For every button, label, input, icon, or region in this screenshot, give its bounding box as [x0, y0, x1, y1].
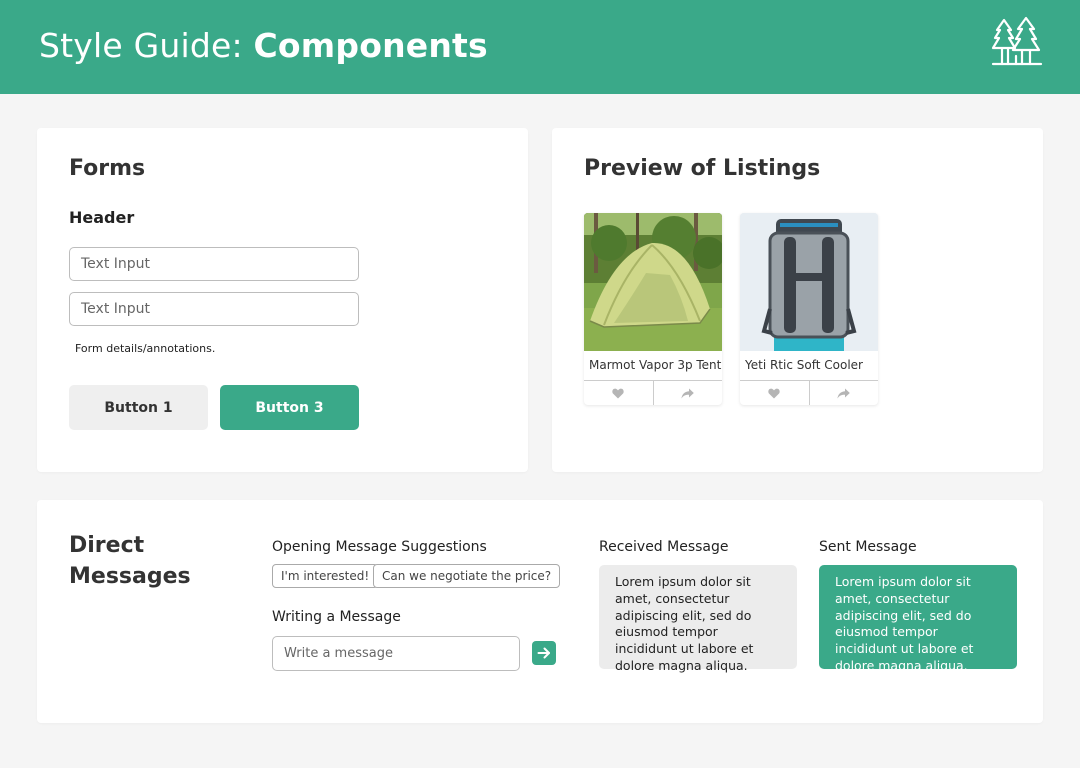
received-message-label: Received Message [599, 539, 729, 555]
share-icon [681, 388, 695, 398]
arrow-right-icon [537, 647, 550, 659]
like-button[interactable] [740, 381, 809, 405]
forms-card: Forms Header Text Input Text Input Form … [37, 128, 528, 472]
direct-messages-card: Direct Messages Opening Message Suggesti… [37, 500, 1043, 723]
text-input-1[interactable]: Text Input [69, 247, 359, 281]
button-3[interactable]: Button 3 [220, 385, 359, 430]
preview-title: Preview of Listings [584, 156, 821, 181]
listing-actions [584, 380, 722, 405]
backpack-cooler-photo [740, 213, 878, 351]
listing-title: Marmot Vapor 3p Tent [589, 358, 722, 372]
sent-message-bubble: Lorem ipsum dolor sit amet, consectetur … [819, 565, 1017, 673]
suggestion-chip-interested[interactable]: I'm interested! [272, 564, 379, 588]
message-input[interactable]: Write a message [272, 636, 520, 671]
suggestions-label: Opening Message Suggestions [272, 539, 487, 555]
like-button[interactable] [584, 381, 653, 405]
heart-icon [768, 388, 780, 398]
dm-title-line2: Messages [69, 564, 191, 589]
page-title-prefix: Style Guide: [39, 26, 254, 65]
received-message-bubble: Lorem ipsum dolor sit amet, consectetur … [599, 565, 797, 673]
button-1[interactable]: Button 1 [69, 385, 208, 430]
writing-message-label: Writing a Message [272, 609, 401, 625]
page-title: Style Guide: Components [39, 26, 488, 65]
suggestion-chip-negotiate[interactable]: Can we negotiate the price? [373, 564, 561, 588]
forms-title: Forms [69, 156, 146, 181]
share-icon [837, 388, 851, 398]
listing-title: Yeti Rtic Soft Cooler [745, 358, 863, 372]
direct-messages-title: Direct Messages [69, 530, 191, 592]
listing-card-tent[interactable]: Marmot Vapor 3p Tent [584, 213, 722, 405]
page-title-bold: Components [253, 26, 488, 65]
top-bar: Style Guide: Components [0, 0, 1080, 94]
share-button[interactable] [652, 381, 723, 405]
preview-listings-card: Preview of Listings Marmot Vapor 3p Tent [552, 128, 1043, 472]
pine-trees-logo-icon [991, 16, 1043, 66]
tent-photo [584, 213, 722, 351]
sent-message-label: Sent Message [819, 539, 917, 555]
share-button[interactable] [808, 381, 879, 405]
send-button[interactable] [532, 641, 556, 665]
text-input-2[interactable]: Text Input [69, 292, 359, 326]
heart-icon [612, 388, 624, 398]
form-annotation: Form details/annotations. [75, 342, 216, 355]
forms-header: Header [69, 208, 135, 227]
dm-title-line1: Direct [69, 533, 145, 558]
listing-actions [740, 380, 878, 405]
listing-card-cooler[interactable]: Yeti Rtic Soft Cooler [740, 213, 878, 405]
